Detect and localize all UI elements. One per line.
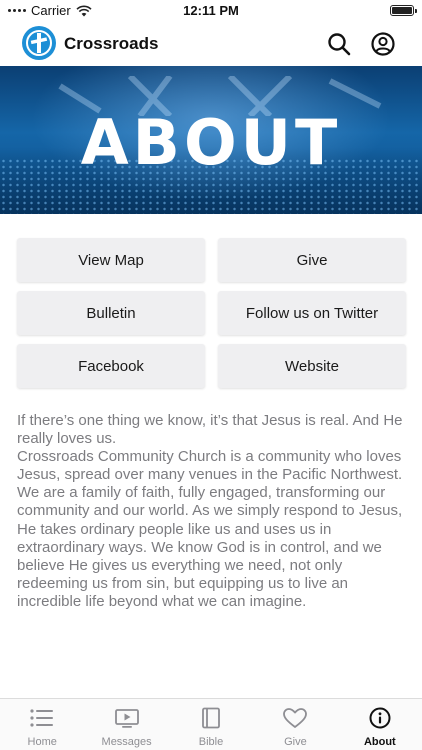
status-time: 12:11 PM [183, 3, 239, 18]
tab-bible[interactable]: Bible [169, 699, 253, 750]
app-header: Crossroads [0, 24, 422, 64]
view-map-button[interactable]: View Map [17, 238, 205, 282]
description-intro: If there’s one thing we know, it’s that … [17, 412, 403, 448]
give-button[interactable]: Give [218, 238, 406, 282]
tab-bar: Home Messages Bible Give About [0, 698, 422, 750]
cross-logo-icon [26, 30, 52, 56]
profile-icon[interactable] [370, 31, 396, 57]
about-description: If there’s one thing we know, it’s that … [17, 412, 405, 611]
description-body: Crossroads Community Church is a communi… [17, 448, 403, 610]
battery-icon [390, 5, 417, 16]
tab-give[interactable]: Give [253, 699, 337, 750]
app-title: Crossroads [64, 34, 159, 53]
banner-title: ABOUT [80, 106, 342, 179]
tab-home-label: Home [27, 736, 57, 748]
about-banner: ABOUT [0, 66, 422, 214]
video-icon [114, 709, 139, 728]
tab-messages[interactable]: Messages [84, 699, 168, 750]
book-icon [202, 707, 220, 729]
tab-bible-label: Bible [198, 736, 224, 748]
tab-home[interactable]: Home [0, 699, 84, 750]
facebook-button[interactable]: Facebook [17, 344, 205, 388]
tab-give-label: Give [284, 736, 307, 748]
tab-about-label: About [363, 736, 396, 748]
tab-messages-label: Messages [101, 736, 152, 748]
bulletin-button[interactable]: Bulletin [17, 291, 205, 335]
status-bar: Carrier 12:11 PM [0, 0, 422, 22]
twitter-button[interactable]: Follow us on Twitter [218, 291, 406, 335]
crossroads-logo[interactable] [22, 26, 56, 60]
heart-icon [283, 708, 308, 728]
list-icon [30, 709, 54, 727]
info-icon [369, 707, 391, 729]
search-icon[interactable] [326, 31, 352, 57]
tab-about[interactable]: About [338, 699, 422, 750]
website-button[interactable]: Website [218, 344, 406, 388]
link-buttons: View Map Give Bulletin Follow us on Twit… [17, 238, 406, 388]
